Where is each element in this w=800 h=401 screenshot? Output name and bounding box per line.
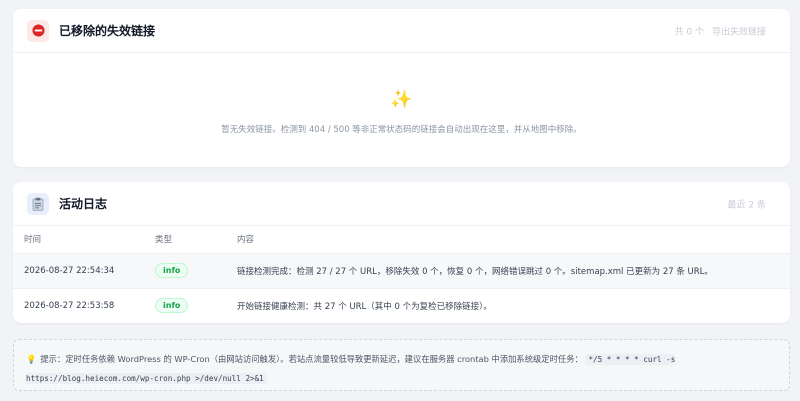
sparkles-icon: ✨ [390, 89, 413, 110]
removed-links-title: 已移除的失效链接 [59, 24, 156, 38]
log-content: 开始链接健康检测：共 27 个 URL（其中 0 个为复检已移除链接）。 [237, 301, 492, 312]
removed-links-count: 共 0 个 [674, 27, 704, 37]
table-row: 2026-08-27 22:54:34 info 链接检测完成：检测 27 / … [13, 253, 790, 289]
tip-text: 提示：定时任务依赖 WordPress 的 WP-Cron（由网站访问触发）。若… [40, 354, 583, 364]
empty-message: 暂无失效链接。检测到 404 / 500 等非正常状态码的链接会自动出现在这里，… [221, 125, 582, 135]
activity-log-title: 活动日志 [59, 197, 108, 211]
activity-log-card: 活动日志 最近 2 条 时间 类型 内容 2026-08-27 22:54:34… [13, 182, 790, 323]
log-type-cell: info [144, 288, 226, 323]
log-time: 2026-08-27 22:53:58 [24, 300, 115, 311]
clipboard-icon [27, 192, 49, 215]
removed-links-empty-state: ✨ 暂无失效链接。检测到 404 / 500 等非正常状态码的链接会自动出现在这… [13, 53, 790, 167]
removed-links-header: 已移除的失效链接 共 0 个 导出失效链接 [13, 9, 790, 53]
column-header-type: 类型 [144, 226, 226, 254]
export-invalid-links-button[interactable]: 导出失效链接 [712, 24, 766, 37]
column-header-content: 内容 [226, 226, 790, 254]
log-time: 2026-08-27 22:54:34 [13, 253, 144, 289]
no-entry-icon [27, 19, 49, 42]
activity-log-header: 活动日志 最近 2 条 [13, 182, 790, 226]
activity-log-table: 时间 类型 内容 2026-08-27 22:54:34 info 链接检测完成… [13, 226, 790, 323]
table-row: 2026-08-27 22:53:58 info 开始链接健康检测：共 27 个… [13, 288, 790, 323]
table-header-row: 时间 类型 内容 [13, 226, 790, 254]
activity-log-recent-label: 最近 2 条 [727, 200, 766, 210]
column-header-time: 时间 [13, 226, 144, 254]
removed-links-card: 已移除的失效链接 共 0 个 导出失效链接 ✨ 暂无失效链接。检测到 404 /… [13, 9, 790, 167]
lightbulb-icon: 💡 [26, 354, 37, 364]
cron-tip-box: 💡 提示：定时任务依赖 WordPress 的 WP-Cron（由网站访问触发）。… [13, 339, 790, 391]
log-type-cell: info [144, 253, 226, 289]
status-badge: info [155, 298, 189, 314]
status-badge: info [155, 263, 189, 278]
log-content: 链接检测完成：检测 27 / 27 个 URL，移除失效 0 个，恢复 0 个，… [226, 253, 790, 289]
